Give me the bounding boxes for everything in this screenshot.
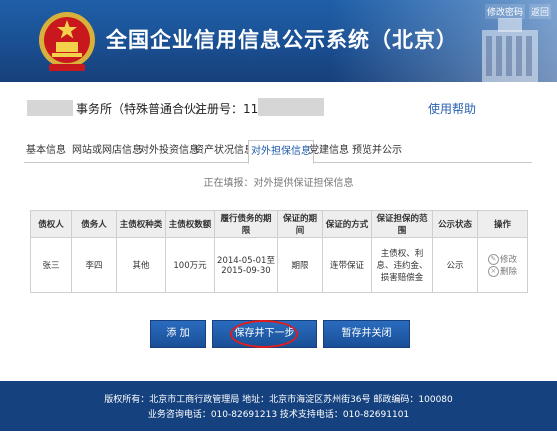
delete-button[interactable]: × 删除: [487, 266, 517, 277]
col-debtor: 债务人: [71, 210, 117, 238]
change-password-link[interactable]: 修改密码: [484, 4, 525, 19]
term-start: 2014-05-01至: [217, 256, 275, 266]
footer-contact: 业务咨询电话：010-82691213 技术支持电话：010-82691101: [147, 410, 410, 420]
highlight-annotation: [230, 320, 298, 348]
delete-label: 删除: [499, 267, 517, 277]
col-term: 履行债务的期限: [214, 210, 278, 238]
tab-bar: 基本信息 网站或网店信息 对外投资信息 资产状况信息 对外担保信息 党建信息 预…: [24, 140, 532, 164]
edit-button[interactable]: ✎ 修改: [487, 254, 517, 265]
redacted-reg-number: [258, 98, 324, 116]
col-claim-amount: 主债权数额: [165, 210, 215, 238]
site-footer: 版权所有：北京市工商行政管理局 地址：北京市海淀区苏州街36号 邮政编码：100…: [0, 381, 557, 431]
col-creditor: 债权人: [30, 210, 72, 238]
redacted-name: [27, 100, 73, 116]
cell-claim-type: 其他: [116, 237, 166, 293]
col-scope: 保证担保的范围: [371, 210, 433, 238]
col-actions: 操作: [477, 210, 528, 238]
delete-icon: ×: [487, 266, 499, 277]
info-bar: 事务所（特殊普通合伙） 注册号：1100 使用帮助: [0, 88, 557, 126]
cell-period: 期限: [277, 237, 323, 293]
col-claim-type: 主债权种类: [116, 210, 166, 238]
tab-guarantee-info[interactable]: 对外担保信息: [248, 140, 314, 164]
table-header-row: 债权人 债务人 主债权种类 主债权数额 履行债务的期限 保证的期间 保证的方式 …: [30, 210, 528, 238]
edit-icon: ✎: [487, 254, 499, 265]
guarantee-table: 债权人 债务人 主债权种类 主债权数额 履行债务的期限 保证的期间 保证的方式 …: [30, 210, 528, 293]
national-emblem-icon: [39, 12, 95, 71]
tab-basic-info[interactable]: 基本信息: [24, 142, 68, 162]
cell-claim-amount: 100万元: [165, 237, 215, 293]
table-row: 张三 李四 其他 100万元 2014-05-01至 2015-09-30 期限…: [30, 237, 528, 293]
cell-debtor: 李四: [71, 237, 117, 293]
firm-type: 事务所（特殊普通合伙）: [76, 102, 209, 116]
cell-scope: 主债权、利息、违约金、损害赔偿金: [371, 237, 433, 293]
tab-assets-info[interactable]: 资产状况信息: [192, 142, 256, 162]
term-end: 2015-09-30: [221, 266, 271, 276]
tab-preview-publish[interactable]: 预览并公示: [350, 142, 404, 162]
top-links: 修改密码 返回: [481, 4, 551, 19]
add-button[interactable]: 添 加: [150, 320, 206, 348]
edit-label: 修改: [499, 255, 517, 265]
footer-copyright: 版权所有：北京市工商行政管理局 地址：北京市海淀区苏州街36号 邮政编码：100…: [104, 395, 453, 405]
return-link[interactable]: 返回: [528, 4, 551, 19]
cell-creditor: 张三: [30, 237, 72, 293]
tab-website-info[interactable]: 网站或网店信息: [70, 142, 144, 162]
cell-actions: ✎ 修改 × 删除: [477, 237, 528, 293]
col-method: 保证的方式: [322, 210, 372, 238]
site-header: 全国企业信用信息公示系统（北京） 修改密码 返回: [0, 0, 557, 82]
page-title: 全国企业信用信息公示系统（北京）: [106, 28, 458, 52]
tab-party-info[interactable]: 党建信息: [307, 142, 351, 162]
save-close-button[interactable]: 暂存并关闭: [323, 320, 410, 348]
cell-status: 公示: [432, 237, 478, 293]
help-link[interactable]: 使用帮助: [428, 100, 476, 117]
col-period: 保证的期间: [277, 210, 323, 238]
cell-term: 2014-05-01至 2015-09-30: [214, 237, 278, 293]
cell-method: 连带保证: [322, 237, 372, 293]
filling-status: 正在填报：对外提供保证担保信息: [203, 178, 354, 189]
col-status: 公示状态: [432, 210, 478, 238]
building-icon: [482, 18, 538, 82]
